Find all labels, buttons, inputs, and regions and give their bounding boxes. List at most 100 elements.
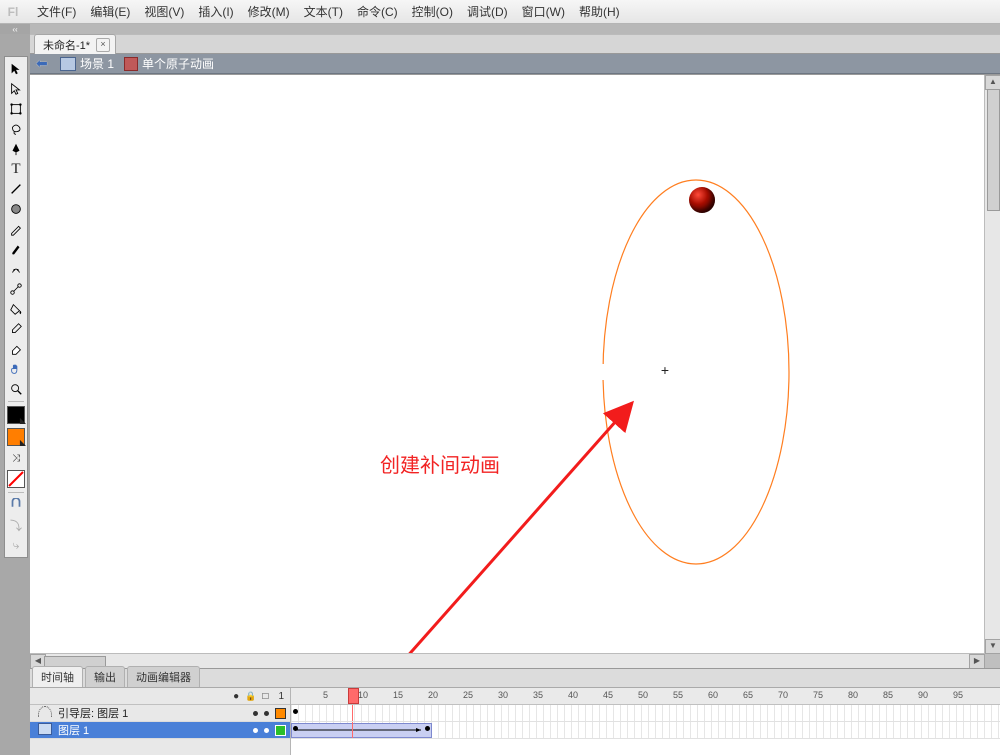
fill-color-swatch[interactable]: ◣ <box>7 428 25 446</box>
hand-tool[interactable] <box>7 360 25 378</box>
ruler-tick: 30 <box>498 690 508 700</box>
eraser-tool[interactable] <box>7 340 25 358</box>
ruler-tick: 15 <box>393 690 403 700</box>
edit-bar: ⬅ 场景 1 单个原子动画 <box>30 54 1000 74</box>
ruler-tick: 80 <box>848 690 858 700</box>
tab-output[interactable]: 输出 <box>85 666 125 687</box>
outline-swatch[interactable] <box>275 725 286 736</box>
no-color-swatch[interactable] <box>7 470 25 488</box>
zoom-tool[interactable] <box>7 380 25 398</box>
keyframe-end[interactable] <box>425 726 430 731</box>
bone-tool[interactable] <box>7 280 25 298</box>
ruler-tick: 10 <box>358 690 368 700</box>
menu-help[interactable]: 帮助(H) <box>572 0 627 24</box>
app-logo: Fl <box>2 2 24 22</box>
frame-row-layer1[interactable] <box>291 722 1000 739</box>
layer-icon <box>38 723 54 738</box>
menu-debug[interactable]: 调试(D) <box>460 0 515 24</box>
ruler-tick: 20 <box>428 690 438 700</box>
layer-list: ● 🔒 □ 1 引导层: 图层 1 图层 1 <box>30 688 291 755</box>
electron-symbol[interactable] <box>689 187 715 213</box>
lasso-tool[interactable] <box>7 120 25 138</box>
menu-control[interactable]: 控制(O) <box>405 0 460 24</box>
subselection-tool[interactable] <box>7 80 25 98</box>
eye-icon[interactable]: ● <box>233 691 239 702</box>
layer-row-1[interactable]: 图层 1 <box>30 722 290 739</box>
line-tool[interactable] <box>7 180 25 198</box>
option-smooth-icon[interactable]: ⤵ <box>7 516 25 534</box>
oval-tool[interactable] <box>7 200 25 218</box>
frame-1-label: 1 <box>278 691 284 702</box>
tool-panel: T ◣ ◣ ⤨ ⤵ ⤷ <box>4 56 28 558</box>
ruler-tick: 70 <box>778 690 788 700</box>
menu-edit[interactable]: 编辑(E) <box>83 0 137 24</box>
menu-text[interactable]: 文本(T) <box>297 0 350 24</box>
menu-insert[interactable]: 插入(I) <box>191 0 240 24</box>
lock-dot[interactable] <box>264 711 269 716</box>
swap-colors-icon[interactable]: ⤨ <box>7 449 25 467</box>
menu-command[interactable]: 命令(C) <box>350 0 405 24</box>
tool-separator <box>8 401 24 402</box>
layer-name-1: 图层 1 <box>58 722 89 738</box>
option-straighten-icon[interactable]: ⤷ <box>7 536 25 554</box>
document-tab-label: 未命名-1* <box>43 37 90 53</box>
selection-tool[interactable] <box>7 60 25 78</box>
lock-dot[interactable] <box>264 728 269 733</box>
eyedropper-tool[interactable] <box>7 320 25 338</box>
layer-header: ● 🔒 □ 1 <box>30 688 290 705</box>
stage[interactable]: + 创建补间动画 <box>30 75 985 654</box>
frame-row-guide[interactable] <box>291 705 1000 722</box>
scene-icon <box>60 57 76 71</box>
tool-separator-2 <box>8 492 24 493</box>
tab-motion-editor[interactable]: 动画编辑器 <box>127 666 200 687</box>
tab-timeline[interactable]: 时间轴 <box>32 666 83 687</box>
frame-area[interactable]: 5 10 15 20 25 30 35 40 45 50 55 60 65 70… <box>291 688 1000 755</box>
panel-collapse-handle[interactable]: ‹‹ <box>0 24 30 34</box>
scrollbar-thumb-vertical[interactable] <box>987 89 1000 211</box>
ruler-tick: 65 <box>743 690 753 700</box>
timeline: ● 🔒 □ 1 引导层: 图层 1 图层 1 <box>30 688 1000 755</box>
lock-icon[interactable]: 🔒 <box>245 691 256 702</box>
ruler-tick: 5 <box>323 690 328 700</box>
paint-bucket-tool[interactable] <box>7 300 25 318</box>
ruler-tick: 40 <box>568 690 578 700</box>
free-transform-tool[interactable] <box>7 100 25 118</box>
brush-tool[interactable] <box>7 240 25 258</box>
layer-name-guide: 引导层: 图层 1 <box>58 705 128 721</box>
stage-container: + 创建补间动画 ▲ ▼ ◀ ▶ <box>30 74 1000 669</box>
layer-row-guide[interactable]: 引导层: 图层 1 <box>30 705 290 722</box>
symbol-label[interactable]: 单个原子动画 <box>142 55 214 72</box>
menu-file[interactable]: 文件(F) <box>30 0 83 24</box>
annotation-label: 创建补间动画 <box>380 449 500 478</box>
registration-point-icon: + <box>659 364 671 376</box>
visibility-dot[interactable] <box>253 711 258 716</box>
close-icon[interactable]: × <box>96 38 110 52</box>
back-icon[interactable]: ⬅ <box>36 57 54 71</box>
visibility-dot[interactable] <box>253 728 258 733</box>
guide-layer-icon <box>38 706 54 720</box>
document-tab-bar: 未命名-1* × <box>30 34 1000 54</box>
panel-tab-bar: 时间轴 输出 动画编辑器 <box>30 669 1000 688</box>
stroke-color-swatch[interactable]: ◣ <box>7 406 25 424</box>
scene-label[interactable]: 场景 1 <box>80 55 114 72</box>
orbit-path <box>601 178 791 566</box>
menu-window[interactable]: 窗口(W) <box>515 0 572 24</box>
pen-tool[interactable] <box>7 140 25 158</box>
menu-bar: Fl 文件(F) 编辑(E) 视图(V) 插入(I) 修改(M) 文本(T) 命… <box>0 0 1000 24</box>
pencil-tool[interactable] <box>7 220 25 238</box>
frame-ruler[interactable]: 5 10 15 20 25 30 35 40 45 50 55 60 65 70… <box>291 688 1000 705</box>
outline-icon[interactable]: □ <box>262 691 268 702</box>
text-tool[interactable]: T <box>7 160 25 178</box>
keyframe[interactable] <box>293 709 298 714</box>
outline-swatch[interactable] <box>275 708 286 719</box>
menu-modify[interactable]: 修改(M) <box>241 0 297 24</box>
scrollbar-vertical[interactable]: ▲ ▼ <box>984 75 1000 654</box>
playhead[interactable] <box>348 688 359 704</box>
symbol-icon <box>124 57 138 71</box>
ruler-tick: 55 <box>673 690 683 700</box>
ruler-tick: 45 <box>603 690 613 700</box>
menu-view[interactable]: 视图(V) <box>137 0 191 24</box>
document-tab[interactable]: 未命名-1* × <box>34 34 116 55</box>
snap-option-icon[interactable] <box>7 496 25 514</box>
deco-tool[interactable] <box>7 260 25 278</box>
